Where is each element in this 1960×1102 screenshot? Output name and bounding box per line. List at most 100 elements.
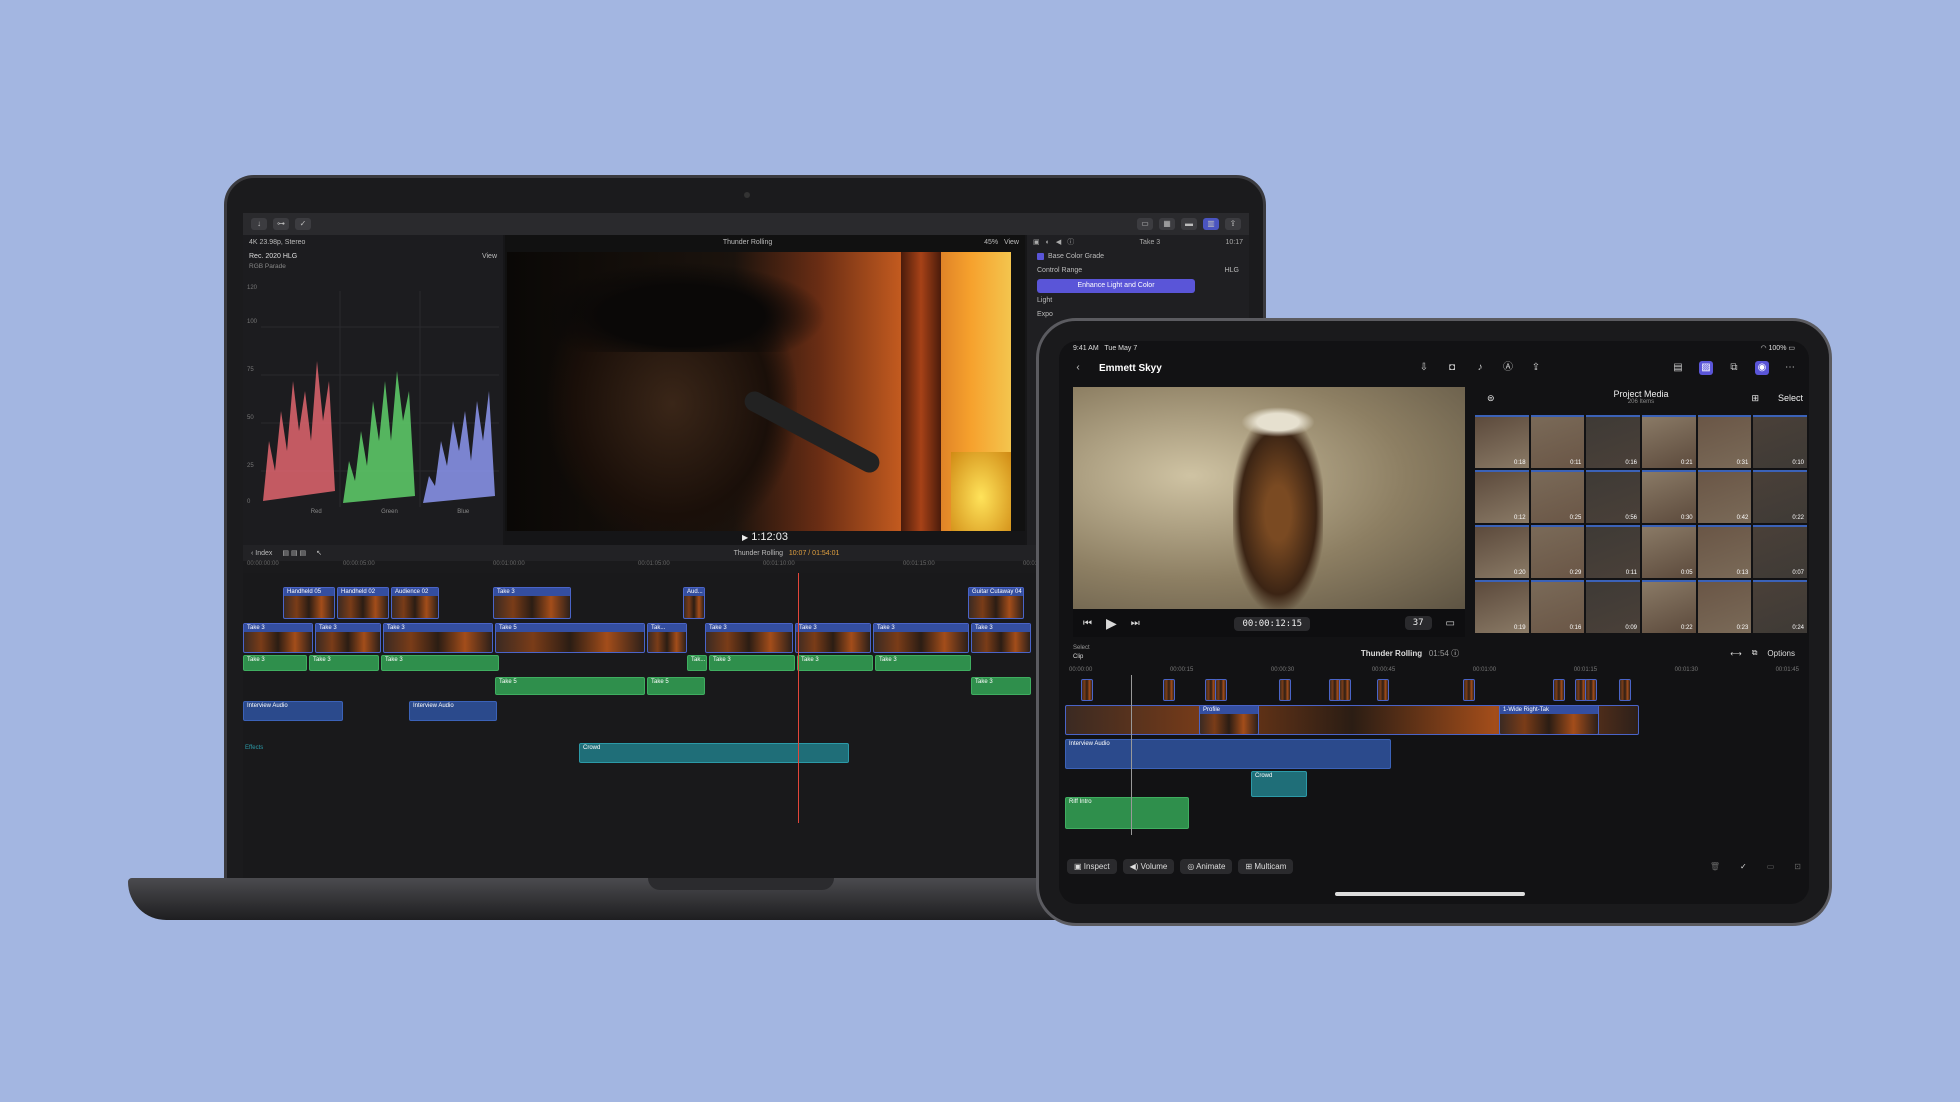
wide-clip[interactable]: 1-Wide Right-Tak — [1499, 705, 1599, 735]
skip-back-icon[interactable]: ⏮ — [1083, 618, 1092, 629]
crowd-clip[interactable]: Crowd — [1251, 771, 1307, 797]
audio-clip[interactable]: Tak... — [687, 655, 707, 671]
play-icon[interactable]: ▶ — [1106, 615, 1117, 632]
grade-checkbox[interactable] — [1037, 252, 1044, 260]
playhead[interactable] — [1131, 675, 1132, 835]
media-thumbnail[interactable]: 0:13 — [1697, 525, 1752, 578]
connected-clip[interactable]: Guitar Cutaway 04 — [968, 587, 1024, 619]
media-thumbnail[interactable]: 0:12 — [1475, 470, 1529, 523]
audio-clip[interactable]: Take 5 — [495, 677, 645, 695]
browser-icon[interactable]: ▦ — [1159, 218, 1175, 230]
media-thumbnail[interactable]: 0:16 — [1586, 415, 1640, 468]
media-thumbnail[interactable]: 0:20 — [1475, 525, 1529, 578]
audio-clip[interactable]: Take 3 — [875, 655, 971, 671]
media-thumbnail[interactable]: 0:18 — [1475, 415, 1529, 468]
scope-view-menu[interactable]: View — [482, 253, 497, 260]
zoom-menu[interactable]: 45% — [984, 239, 998, 246]
connected-clip[interactable] — [1215, 679, 1227, 701]
media-thumbnail[interactable]: 0:19 — [1475, 580, 1529, 633]
interview-audio-clip[interactable]: Interview Audio — [409, 701, 497, 721]
connected-clip[interactable]: Take 3 — [493, 587, 571, 619]
inspector-icon[interactable]: ◉ — [1755, 361, 1769, 375]
media-thumbnail[interactable]: 0:29 — [1530, 525, 1585, 578]
primary-clip[interactable]: Take 3 — [873, 623, 969, 653]
connected-clip[interactable] — [1339, 679, 1351, 701]
crowd-clip[interactable]: Crowd — [579, 743, 849, 763]
inspect-button[interactable]: ▣ Inspect — [1067, 858, 1117, 874]
select-button[interactable]: Select — [1778, 393, 1803, 403]
profile-clip[interactable]: Profile — [1199, 705, 1259, 735]
grade-menu[interactable]: Base Color Grade — [1048, 253, 1104, 260]
connected-clip[interactable]: Aud... — [683, 587, 705, 619]
media-thumbnail[interactable]: 0:16 — [1530, 580, 1585, 633]
zoom-value[interactable]: 37 — [1404, 616, 1432, 630]
media-thumbnail[interactable]: 0:21 — [1642, 415, 1696, 468]
check-icon[interactable]: ✓ — [1740, 862, 1747, 871]
media-thumbnail[interactable]: 0:56 — [1586, 470, 1640, 523]
checkmark-icon[interactable]: ✓ — [295, 218, 311, 230]
media-thumbnail[interactable]: 0:24 — [1753, 580, 1807, 633]
audio-inspector-icon[interactable]: ◀ — [1056, 238, 1061, 246]
split-icon[interactable]: ▭ — [1767, 862, 1775, 871]
microphone-icon[interactable]: ♪ — [1473, 361, 1487, 375]
filter-icon[interactable]: ⊜ — [1487, 393, 1495, 404]
back-icon[interactable]: ‹ — [1071, 361, 1085, 375]
audio-clip[interactable]: Take 3 — [381, 655, 499, 671]
layout-icon[interactable]: ▭ — [1137, 218, 1153, 230]
detach-icon[interactable]: ⊡ — [1794, 862, 1801, 871]
info-icon[interactable]: ⓘ — [1067, 237, 1074, 247]
overlay-icon[interactable]: ⧉ — [1727, 361, 1741, 375]
audio-clip[interactable]: Take 5 — [647, 677, 705, 695]
snapping-icon[interactable]: ⟷ — [1730, 649, 1741, 658]
delete-icon[interactable]: 🗑 — [1710, 862, 1720, 871]
primary-clip[interactable]: Tak... — [647, 623, 687, 653]
media-thumbnail[interactable]: 0:42 — [1697, 470, 1752, 523]
audio-clip[interactable]: Take 3 — [309, 655, 379, 671]
animate-button[interactable]: ◎ Animate — [1180, 858, 1233, 874]
enhance-light-color-button[interactable]: Enhance Light and Color — [1037, 279, 1195, 293]
video-inspector-icon[interactable]: ▣ — [1033, 238, 1040, 246]
media-thumbnail[interactable]: 0:25 — [1530, 470, 1585, 523]
media-thumbnail[interactable]: 0:11 — [1530, 415, 1585, 468]
import-icon[interactable]: ⇩ — [1417, 361, 1431, 375]
audio-clip[interactable]: Take 3 — [797, 655, 873, 671]
media-thumbnail[interactable]: 0:22 — [1753, 470, 1807, 523]
media-thumbnail[interactable]: 0:22 — [1642, 580, 1696, 633]
share-icon[interactable]: ⇪ — [1225, 218, 1241, 230]
browser-icon[interactable]: ▤ — [1671, 361, 1685, 375]
primary-clip[interactable]: Take 3 — [243, 623, 313, 653]
audio-clip[interactable]: Take 3 — [709, 655, 795, 671]
media-thumbnail[interactable]: 0:07 — [1753, 525, 1807, 578]
connected-clip[interactable]: Handheld 02 — [337, 587, 389, 619]
ipad-timeline[interactable]: 00:00:00 00:00:15 00:00:30 00:00:45 00:01:00… — [1059, 667, 1809, 857]
connected-clip[interactable] — [1463, 679, 1475, 701]
options-menu[interactable]: Options — [1767, 649, 1795, 658]
primary-clip[interactable]: Take 3 — [795, 623, 871, 653]
connected-clip[interactable] — [1081, 679, 1093, 701]
primary-clip[interactable]: Take 3 — [971, 623, 1031, 653]
import-icon[interactable]: ↓ — [251, 218, 267, 230]
camera-icon[interactable]: ◘ — [1445, 361, 1459, 375]
volume-button[interactable]: ◀) Volume — [1122, 858, 1175, 874]
interview-audio-clip[interactable]: Interview Audio — [1065, 739, 1391, 769]
primary-clip[interactable]: Take 5 — [495, 623, 645, 653]
connected-clip[interactable] — [1553, 679, 1565, 701]
skip-forward-icon[interactable]: ⏭ — [1131, 618, 1140, 629]
clip-appearance-icon[interactable]: ▤ ▤ ▤ — [282, 549, 306, 557]
media-thumbnail[interactable]: 0:23 — [1697, 580, 1752, 633]
media-thumbnail[interactable]: 0:11 — [1586, 525, 1640, 578]
connected-clip[interactable]: Handheld 05 — [283, 587, 335, 619]
media-thumbnail[interactable]: 0:10 — [1753, 415, 1807, 468]
connected-clip[interactable] — [1619, 679, 1631, 701]
more-icon[interactable]: ⋯ — [1783, 361, 1797, 375]
photos-icon[interactable]: ▨ — [1699, 361, 1713, 375]
playhead[interactable] — [798, 573, 799, 823]
connected-clip[interactable] — [1377, 679, 1389, 701]
connected-clip[interactable]: Audience 02 — [391, 587, 439, 619]
select-tool-icon[interactable]: ↖ — [316, 549, 322, 557]
timeline-icon[interactable]: ▬ — [1181, 218, 1197, 230]
color-inspector-icon[interactable]: ◐ — [1046, 239, 1050, 246]
riff-intro-clip[interactable]: Riff Intro — [1065, 797, 1189, 829]
info-icon[interactable]: ⓘ — [1451, 649, 1459, 658]
connected-clip[interactable] — [1585, 679, 1597, 701]
